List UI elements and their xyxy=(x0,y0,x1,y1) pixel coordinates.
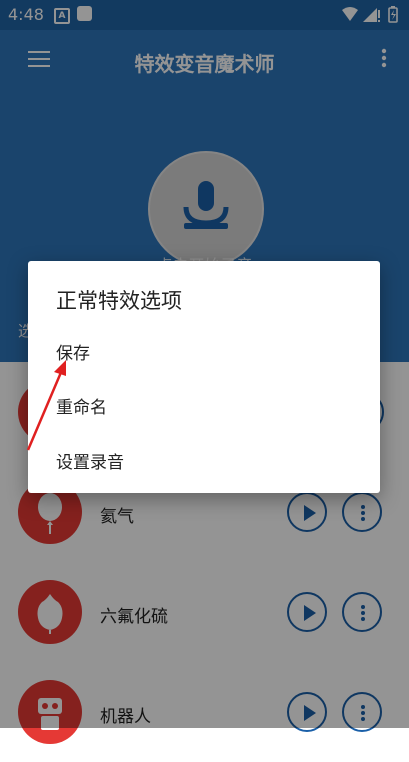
option-set-recording[interactable]: 设置录音 xyxy=(56,448,124,473)
effect-options-dialog: 正常特效选项 保存 重命名 设置录音 xyxy=(28,261,380,493)
option-rename[interactable]: 重命名 xyxy=(56,393,107,418)
dialog-title: 正常特效选项 xyxy=(56,289,182,313)
option-save[interactable]: 保存 xyxy=(56,339,90,364)
